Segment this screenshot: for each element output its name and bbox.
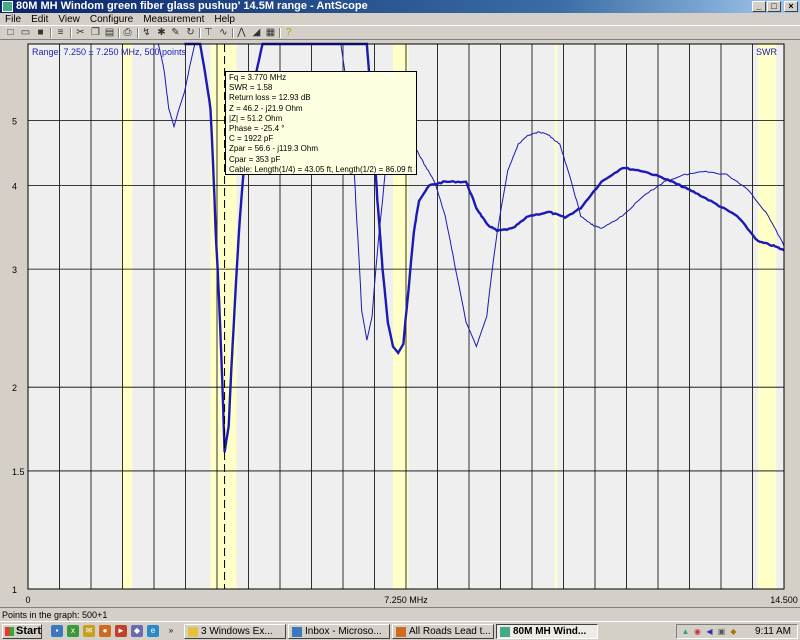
tray-update-icon[interactable]: ◆ xyxy=(729,627,738,636)
desktop-icon[interactable]: ▪ xyxy=(51,625,63,637)
tooltip-cpar: Cpar = 353 pF xyxy=(229,154,281,164)
band-highlight xyxy=(757,44,777,589)
task-inbox[interactable]: Inbox - Microso... xyxy=(288,624,390,639)
tooltip-return-loss: Return loss = 12.93 dB xyxy=(229,93,311,103)
tooltip-capacitance: C = 1922 pF xyxy=(229,134,274,144)
properties-icon[interactable]: ≡ xyxy=(55,27,66,38)
x-tick-label: 14.500 xyxy=(770,595,798,605)
help-icon[interactable]: ? xyxy=(283,27,294,38)
y-tick-label: 4 xyxy=(12,181,17,191)
tooltip-swr: SWR = 1.58 xyxy=(229,83,273,93)
folder-icon xyxy=(188,627,198,637)
tooltip-impedance: Z = 46.2 - j21.9 Ohm xyxy=(229,103,303,113)
menu-bar: File Edit View Configure Measurement Help xyxy=(0,13,800,25)
windows-flag-icon xyxy=(5,627,14,636)
firefox-icon[interactable]: ● xyxy=(99,625,111,637)
table-icon[interactable]: ▦ xyxy=(265,27,276,38)
minimize-button[interactable]: _ xyxy=(752,1,766,12)
band-highlight xyxy=(121,44,133,589)
close-button[interactable]: × xyxy=(784,1,798,12)
chart-icon[interactable]: ◢ xyxy=(251,27,262,38)
volume-icon[interactable]: ◀ xyxy=(705,627,714,636)
network-icon[interactable]: ▲ xyxy=(681,627,690,636)
taskbar: Start ▪ x ✉ ● ► ◆ e » 3 Windows Ex... In… xyxy=(0,621,800,640)
range-label: Range: 7.250 ± 7.250 MHz, 500 points xyxy=(32,47,187,57)
tooltip-frequency: Fq = 3.770 MHz xyxy=(229,73,287,82)
measurement-tooltip: Fq = 3.770 MHz SWR = 1.58 Return loss = … xyxy=(225,71,417,175)
y-tick-label: 5 xyxy=(12,116,17,126)
filter-icon[interactable]: ⋀ xyxy=(236,27,247,38)
paste-icon[interactable]: ▤ xyxy=(104,27,115,38)
antscope-icon xyxy=(500,627,510,637)
y-tick-label: 3 xyxy=(12,265,17,275)
system-tray: ▲ ◉ ◀ ▣ ◆ 9:11 AM xyxy=(676,624,798,639)
window-titlebar[interactable]: 80M MH Windom green fiber glass pushup' … xyxy=(0,0,800,13)
x-tick-label: 0 xyxy=(25,595,30,605)
app-icon[interactable] xyxy=(2,1,13,12)
scan-icon[interactable]: ↯ xyxy=(141,27,152,38)
tooltip-magnitude: |Z| = 51.2 Ohm xyxy=(229,113,283,123)
x-tick-label: 7.250 MHz xyxy=(384,595,428,605)
marker-icon[interactable]: ⊤ xyxy=(203,27,214,38)
band-highlight xyxy=(554,44,558,589)
stop-icon[interactable]: ✱ xyxy=(156,27,167,38)
clock: 9:11 AM xyxy=(755,626,791,637)
maximize-button[interactable]: □ xyxy=(767,1,781,12)
start-label: Start xyxy=(16,625,42,637)
new-icon[interactable]: □ xyxy=(5,27,16,38)
copy-icon[interactable]: ❐ xyxy=(90,27,101,38)
task-browser[interactable]: All Roads Lead t... xyxy=(392,624,494,639)
tray-app-icon[interactable]: ▣ xyxy=(717,627,726,636)
save-icon[interactable]: ■ xyxy=(35,27,46,38)
tooltip-zpar: Zpar = 56.6 - j119.3 Ohm xyxy=(229,144,319,154)
series-label: SWR xyxy=(756,47,777,57)
media-icon[interactable]: ► xyxy=(115,625,127,637)
security-icon[interactable]: ◉ xyxy=(693,627,702,636)
firefox-task-icon xyxy=(396,627,406,637)
task-antscope[interactable]: 80M MH Wind... xyxy=(496,624,598,639)
status-bar: Points in the graph: 500+1 xyxy=(0,607,800,621)
cut-icon[interactable]: ✂ xyxy=(75,27,86,38)
status-text: Points in the graph: 500+1 xyxy=(2,610,108,620)
quicklaunch-chevron-icon[interactable]: » xyxy=(165,625,177,637)
excel-icon[interactable]: x xyxy=(67,625,79,637)
y-tick-label: 2 xyxy=(12,383,17,393)
print-icon[interactable]: ⎙ xyxy=(122,27,133,38)
refresh-icon[interactable]: ↻ xyxy=(185,27,196,38)
start-button[interactable]: Start xyxy=(2,624,42,639)
app-launcher-icon[interactable]: ◆ xyxy=(131,625,143,637)
y-tick-label: 1 xyxy=(12,585,17,595)
tooltip-phase: Phase = -25.4 ° xyxy=(229,124,285,134)
y-tick-label: 1.5 xyxy=(12,467,25,477)
task-windows-explorer[interactable]: 3 Windows Ex... xyxy=(184,624,286,639)
mail-icon[interactable]: ✉ xyxy=(83,625,95,637)
edit-icon[interactable]: ✎ xyxy=(170,27,181,38)
toolbar: □ ▭ ■ ≡ ✂ ❐ ▤ ⎙ ↯ ✱ ✎ ↻ ⊤ ∿ ⋀ ◢ ▦ ? xyxy=(0,25,800,40)
tooltip-cable: Cable: Length(1/4) = 43.05 ft, Length(1/… xyxy=(229,164,413,174)
open-icon[interactable]: ▭ xyxy=(20,27,31,38)
freeze-icon[interactable]: ∿ xyxy=(218,27,229,38)
ie-icon[interactable]: e xyxy=(147,625,159,637)
window-title: 80M MH Windom green fiber glass pushup' … xyxy=(16,0,368,12)
outlook-icon xyxy=(292,627,302,637)
